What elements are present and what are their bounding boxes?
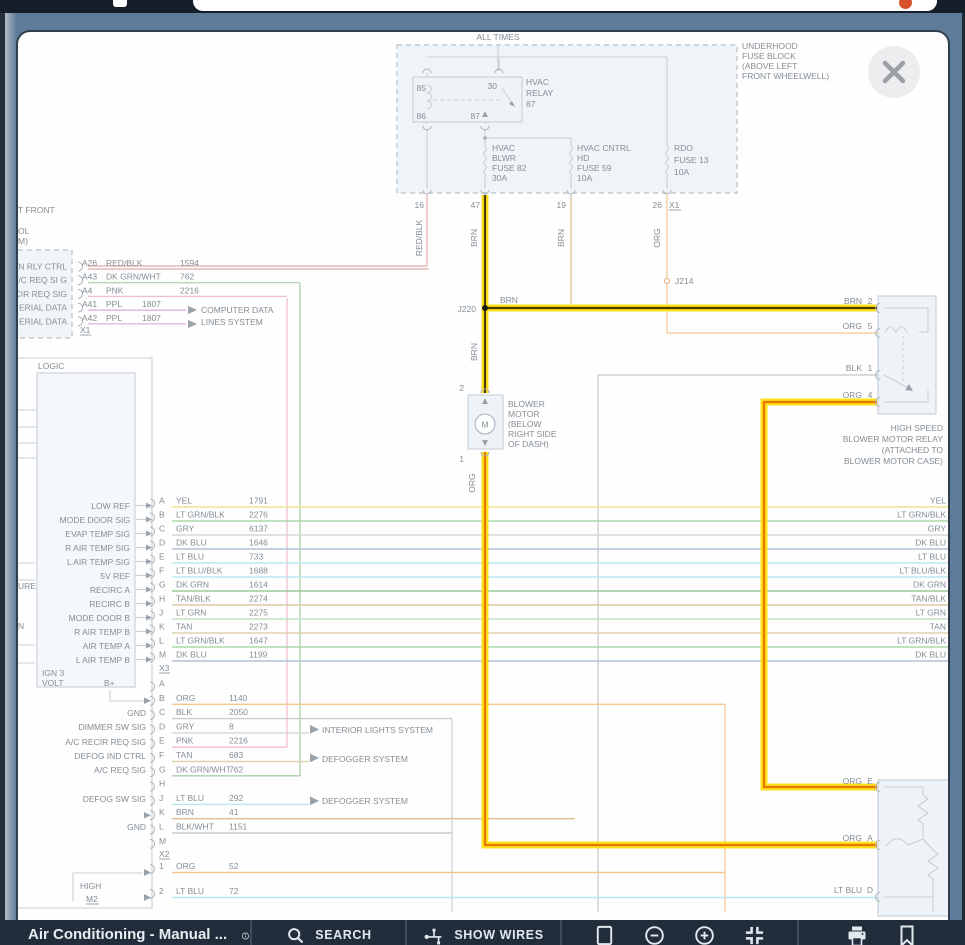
info-icon[interactable] — [241, 925, 250, 945]
zoom-out-icon[interactable] — [643, 924, 666, 945]
browser-top-bar — [0, 0, 965, 13]
close-button[interactable] — [868, 46, 920, 98]
center-diagram-icon[interactable] — [743, 924, 766, 945]
bottom-toolbar: Air Conditioning - Manual ... SEARCH — [0, 920, 965, 945]
search-button[interactable]: SEARCH — [250, 920, 405, 945]
show-wires-icon — [423, 925, 445, 945]
print-icon[interactable] — [845, 924, 869, 945]
output-controls — [797, 920, 965, 945]
browser-search-bar[interactable] — [193, 0, 937, 11]
left-panel-strip — [5, 13, 16, 945]
zoom-in-icon[interactable] — [693, 924, 716, 945]
diagram-title-button[interactable]: Air Conditioning - Manual ... — [0, 920, 250, 945]
show-wires-button[interactable]: SHOW WIRES — [405, 920, 560, 945]
zoom-controls — [560, 920, 797, 945]
bookmark-icon[interactable] — [895, 924, 919, 945]
app-window: HOT AT ALL TIMES UNDERHOOD FUSE BLOCK (A… — [0, 0, 965, 945]
diagram-title: Air Conditioning - Manual ... — [28, 926, 227, 943]
close-icon — [881, 59, 907, 85]
browser-tab-fragment — [113, 0, 127, 7]
fit-page-icon[interactable] — [593, 924, 616, 945]
search-icon — [285, 925, 306, 945]
diagram-panel — [16, 30, 950, 945]
